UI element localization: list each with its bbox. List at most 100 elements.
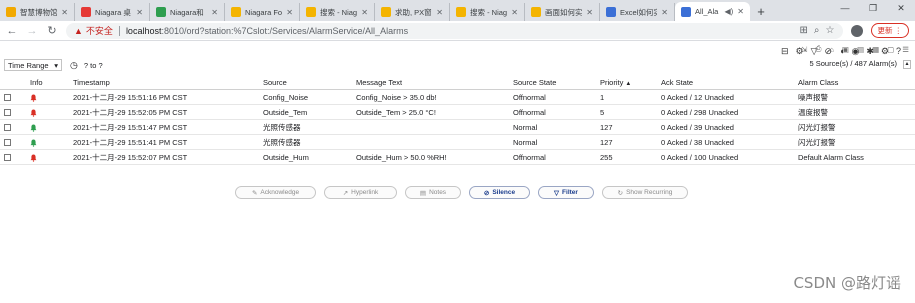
timestamp-cell: 2021-十二月-29 15:52:07 PM CST [73,152,188,162]
time-range-select[interactable]: Time Range ▾ [4,59,62,71]
notes-label: Notes [429,189,447,196]
source-state-cell: Normal [513,122,538,132]
close-tab-icon[interactable]: ✕ [136,8,143,17]
silence-button[interactable]: ⊘ Silence [469,186,530,199]
browser-tab[interactable]: All_Ala ◀) ✕ [675,2,750,21]
priority-cell: 127 [600,122,613,132]
address-bar[interactable]: ▲ 不安全 localhost:8010/ord?station:%7Cslot… [66,22,843,39]
row-checkbox[interactable] [4,109,11,117]
silence-icon: ⊘ [483,189,490,197]
browser-tab[interactable]: 智慧博物馆 ✕ [0,3,75,21]
close-tab-icon[interactable]: ✕ [211,8,218,17]
profile-avatar[interactable] [850,24,863,37]
url-host: localhost [125,25,162,36]
zoom-icon[interactable]: ⌕ [814,25,820,36]
source-state-cell: Offnormal [513,107,546,117]
filter-button[interactable]: ▽ Filter [538,186,594,199]
browser-tab[interactable]: 画面如何实 ✕ [525,3,600,21]
table-row[interactable]: 2021-十二月-29 15:52:05 PM CST Outside_Tem Ou… [0,105,915,120]
back-icon[interactable]: ← [6,25,18,37]
browser-tab[interactable]: Niagara 桌 ✕ [75,3,150,21]
scroll-up-icon[interactable]: ▴ [903,60,911,69]
gear-icon[interactable]: ⚙ [881,46,889,57]
header-info[interactable]: Info [30,78,73,87]
row-checkbox-cell [0,153,30,162]
time-range-value: ? to ? [83,60,103,70]
browser-toolbar: ← → ↻ ▲ 不安全 localhost:8010/ord?station:%… [0,21,915,41]
row-checkbox[interactable] [4,94,11,102]
priority-cell: 127 [600,137,613,147]
alarm-class-cell: 温度报警 [798,107,828,117]
acknowledge-button[interactable]: ✎ Acknowledge [235,186,316,199]
browser-tab[interactable]: Excel如何实 ✕ [600,3,675,21]
browser-tab[interactable]: 求助, PX窗 ✕ [375,3,450,21]
new-tab-icon[interactable]: + [750,3,772,21]
close-tab-icon[interactable]: ✕ [511,8,518,17]
filter-icon[interactable]: ▽ [811,46,818,57]
list-icon[interactable]: ☰ [902,45,909,54]
close-tab-icon[interactable]: ✕ [361,8,368,17]
tab-favicon-icon [6,7,16,17]
notes-button[interactable]: ▤ Notes [405,186,461,199]
columns-icon[interactable]: ⊟ [781,46,789,57]
forward-icon[interactable]: → [26,25,38,37]
show-recurring-button[interactable]: ↻ Show Recurring [602,186,688,199]
header-ack-state[interactable]: Ack State [661,78,798,87]
header-priority[interactable]: Priority ▲ [600,78,661,87]
table-row[interactable]: 2021-十二月-29 15:51:47 PM CST 光照传感器 Normal 12… [0,120,915,135]
minimize-icon[interactable]: — [831,0,859,16]
close-window-icon[interactable]: ✕ [887,0,915,16]
header-source-state[interactable]: Source State [513,78,600,87]
table-row[interactable]: 2021-十二月-29 15:52:07 PM CST Outside_Hum Ou… [0,150,915,165]
settings-icon[interactable]: ⚙ [796,46,804,57]
reload-icon[interactable]: ↻ [46,24,58,37]
priority-cell: 255 [600,152,613,162]
message-cell: Config_Noise > 35.0 db! [356,92,437,102]
audio-icon[interactable]: ◀) [724,7,733,16]
alarm-class-cell: 噪声报警 [798,92,828,102]
browser-tab[interactable]: Niagara和 ✕ [150,3,225,21]
tab-title: 求助, PX窗 [395,7,432,17]
bell-icon [30,154,37,162]
ack-state-cell: 0 Acked / 39 Unacked [661,122,734,132]
source-cell: Outside_Hum [263,152,309,162]
header-timestamp[interactable]: Timestamp [73,78,263,87]
tab-title: 智慧博物馆 [20,7,58,17]
stop-icon[interactable]: ◉ [852,46,860,57]
clock-icon[interactable]: ◷ [70,60,78,71]
bell-icon [30,109,37,117]
restore-icon[interactable]: ❐ [859,0,887,16]
table-row[interactable]: 2021-十二月-29 15:51:16 PM CST Config_Noise C… [0,90,915,105]
browser-tab[interactable]: 搜索 - Niag ✕ [300,3,375,21]
recurring-icon: ↻ [617,189,624,197]
bookmark-star-icon[interactable]: ☆ [826,25,835,36]
update-button[interactable]: 更新 ⋮ [870,23,909,38]
help-icon[interactable]: ? [896,46,901,57]
close-tab-icon[interactable]: ✕ [436,8,443,17]
mute-icon[interactable]: ⊘ [825,46,833,57]
row-checkbox[interactable] [4,154,11,162]
close-tab-icon[interactable]: ✕ [61,8,68,17]
translate-icon[interactable]: ⊞ [800,25,808,36]
close-tab-icon[interactable]: ✕ [661,8,668,17]
row-checkbox[interactable] [4,139,11,147]
hyperlink-button[interactable]: ↗ Hyperlink [324,186,397,199]
table-row[interactable]: 2021-十二月-29 15:51:41 PM CST 光照传感器 Normal 12… [0,135,915,150]
row-checkbox[interactable] [4,124,11,132]
sound-icon[interactable]: ◖ [839,46,844,57]
header-message[interactable]: Message Text [356,78,513,87]
link-icon: ↗ [342,189,349,197]
tab-title: Niagara和 [170,7,204,17]
row-checkbox-cell [0,138,30,147]
insecure-indicator[interactable]: ▲ 不安全 [74,24,113,37]
close-tab-icon[interactable]: ✕ [286,8,293,17]
browser-tab[interactable]: Niagara Fo ✕ [225,3,300,21]
header-alarm-class[interactable]: Alarm Class [798,78,915,87]
close-tab-icon[interactable]: ✕ [737,7,744,16]
info-cell [30,137,73,147]
config-icon[interactable]: ✱ [866,46,874,57]
browser-tab[interactable]: 搜索 - Niag ✕ [450,3,525,21]
url-text: localhost:8010/ord?station:%7Cslot:/Serv… [126,26,408,36]
close-tab-icon[interactable]: ✕ [586,8,593,17]
header-source[interactable]: Source [263,78,356,87]
